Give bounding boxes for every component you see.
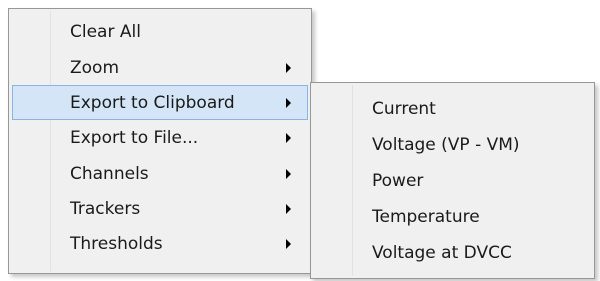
menu-item-export-to-clipboard[interactable]: Export to Clipboard (12, 85, 308, 120)
submenu-item-label: Temperature (372, 207, 480, 227)
menu-item-zoom[interactable]: Zoom (12, 50, 308, 85)
menu-item-export-to-file[interactable]: Export to File... (12, 120, 308, 155)
submenu-arrow-icon (286, 97, 291, 108)
submenu-arrow-icon (286, 168, 291, 179)
menu-item-thresholds[interactable]: Thresholds (12, 226, 308, 261)
menu-item-label: Channels (70, 163, 149, 184)
export-to-clipboard-submenu: Current Voltage (VP - VM) Power Temperat… (310, 82, 595, 279)
menu-item-label: Zoom (70, 57, 120, 78)
submenu-item-label: Voltage (VP - VM) (372, 135, 520, 155)
submenu-item-voltage-at-dvcc[interactable]: Voltage at DVCC (314, 235, 591, 271)
menu-item-label: Export to Clipboard (70, 92, 235, 113)
submenu-item-label: Current (372, 99, 436, 119)
menu-item-label: Thresholds (70, 233, 163, 254)
submenu-item-power[interactable]: Power (314, 163, 591, 199)
submenu-item-label: Power (372, 171, 424, 191)
submenu-item-temperature[interactable]: Temperature (314, 199, 591, 235)
menu-item-clear-all[interactable]: Clear All (12, 14, 308, 49)
context-menu: Clear All Zoom Export to Clipboard Expor… (8, 8, 312, 274)
submenu-arrow-icon (286, 132, 291, 143)
submenu-item-label: Voltage at DVCC (372, 243, 512, 263)
menu-item-label: Clear All (70, 21, 141, 42)
submenu-arrow-icon (286, 203, 291, 214)
menu-item-label: Export to File... (70, 127, 199, 148)
screen: Clear All Zoom Export to Clipboard Expor… (0, 0, 600, 281)
submenu-item-voltage-vp-vm[interactable]: Voltage (VP - VM) (314, 127, 591, 163)
menu-item-channels[interactable]: Channels (12, 156, 308, 191)
submenu-arrow-icon (286, 238, 291, 249)
menu-item-label: Trackers (70, 198, 141, 219)
menu-item-trackers[interactable]: Trackers (12, 191, 308, 226)
submenu-item-current[interactable]: Current (314, 91, 591, 127)
submenu-arrow-icon (286, 62, 291, 73)
